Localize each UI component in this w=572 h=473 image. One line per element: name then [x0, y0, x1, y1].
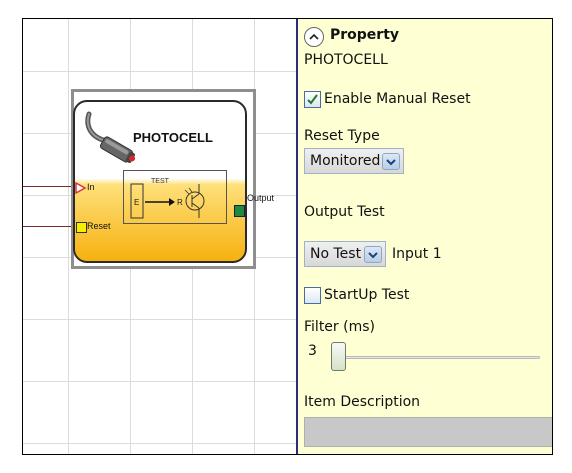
enable-manual-reset-checkbox[interactable] [304, 91, 321, 108]
design-canvas[interactable]: PHOTOCELL TEST E R In Reset Output [23, 19, 298, 454]
item-description-label: Item Description [304, 394, 421, 410]
item-description-field[interactable] [304, 417, 552, 447]
reset-type-value: Monitored [310, 153, 381, 169]
photocell-block[interactable]: PHOTOCELL TEST E R In Reset [73, 100, 247, 263]
reset-pin-icon[interactable] [76, 222, 87, 233]
emitter-label: E [134, 198, 139, 207]
emitter-receiver-diagram: E R [130, 183, 205, 219]
reset-type-select[interactable]: Monitored [304, 148, 404, 174]
output-test-input-label: Input 1 [392, 246, 442, 262]
output-test-label: Output Test [304, 204, 385, 220]
filter-slider-thumb[interactable] [331, 342, 346, 371]
in-pin-label: In [87, 182, 95, 192]
photocell-sensor-icon [85, 111, 136, 163]
reset-pin-label: Reset [87, 221, 111, 231]
main-frame: PHOTOCELL TEST E R In Reset Output Prope… [22, 18, 553, 455]
output-test-select[interactable]: No Test [304, 241, 386, 267]
output-test-dropdown-button[interactable] [364, 246, 382, 263]
output-pin-label: Output [247, 193, 275, 203]
reset-type-dropdown-button[interactable] [382, 153, 400, 170]
startup-test-checkbox[interactable] [304, 287, 321, 304]
in-pin-icon[interactable] [75, 182, 87, 194]
reset-type-label: Reset Type [304, 128, 380, 144]
enable-manual-reset-label: Enable Manual Reset [324, 91, 471, 107]
chevron-down-icon [368, 252, 378, 259]
receiver-label: R [177, 198, 183, 207]
output-pin-icon[interactable] [234, 205, 245, 217]
component-name: PHOTOCELL [304, 52, 388, 68]
chevron-up-icon [309, 33, 319, 40]
checkmark-icon [307, 94, 318, 105]
chevron-down-icon [386, 159, 396, 166]
filter-value: 3 [308, 343, 317, 359]
block-title: PHOTOCELL [133, 130, 213, 145]
filter-label: Filter (ms) [304, 319, 375, 335]
filter-slider-track[interactable] [340, 356, 540, 359]
property-panel: Property PHOTOCELL Enable Manual Reset R… [298, 19, 552, 454]
property-header: Property [330, 27, 400, 43]
startup-test-label: StartUp Test [324, 287, 410, 303]
output-test-value: No Test [310, 246, 362, 262]
collapse-button[interactable] [304, 27, 324, 47]
